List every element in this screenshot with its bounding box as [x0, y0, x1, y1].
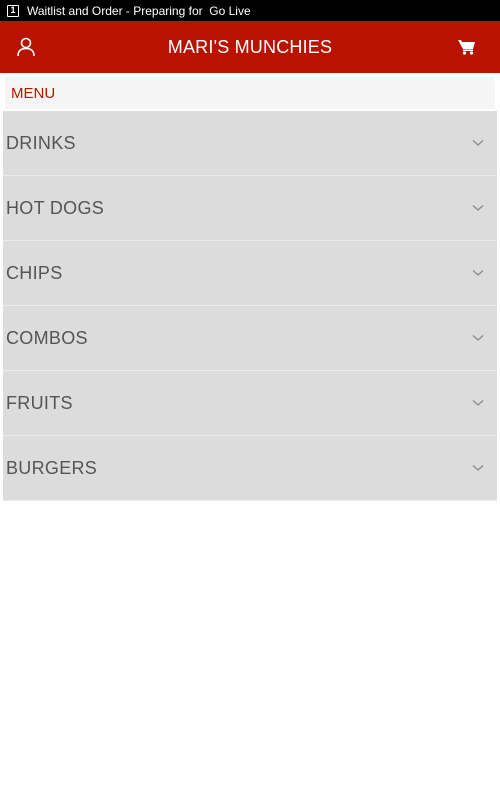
account-button[interactable] — [14, 35, 38, 59]
chevron-down-icon — [471, 203, 485, 213]
category-label: FRUITS — [6, 392, 73, 413]
status-bar-text: Waitlist and Order - Preparing for Go Li… — [27, 3, 251, 18]
category-list: DRINKS HOT DOGS CHIPS COMBOS FRUITS BURG… — [3, 111, 497, 501]
menu-header: MENU — [5, 77, 495, 109]
cart-icon — [458, 40, 475, 55]
chevron-down-icon — [471, 268, 485, 278]
category-label: BURGERS — [6, 457, 98, 478]
category-label: DRINKS — [6, 132, 76, 153]
status-bar: 1 Waitlist and Order - Preparing for Go … — [0, 0, 500, 21]
category-item-burgers[interactable]: BURGERS — [3, 436, 497, 501]
category-item-combos[interactable]: COMBOS — [3, 306, 497, 371]
user-icon — [17, 37, 35, 57]
chevron-down-icon — [471, 398, 485, 408]
app-title: MARI'S MUNCHIES — [167, 36, 333, 57]
chevron-down-icon — [471, 138, 485, 148]
category-item-chips[interactable]: CHIPS — [3, 241, 497, 306]
menu-header-label: MENU — [11, 84, 56, 102]
category-label: HOT DOGS — [6, 197, 105, 218]
notification-icon: 1 — [7, 4, 19, 17]
category-label: COMBOS — [6, 327, 88, 348]
category-label: CHIPS — [6, 262, 63, 283]
app-bar: MARI'S MUNCHIES — [0, 21, 500, 73]
category-item-fruits[interactable]: FRUITS — [3, 371, 497, 436]
category-item-hot-dogs[interactable]: HOT DOGS — [3, 176, 497, 241]
cart-button[interactable] — [456, 36, 478, 58]
chevron-down-icon — [471, 463, 485, 473]
category-item-drinks[interactable]: DRINKS — [3, 111, 497, 176]
chevron-down-icon — [471, 333, 485, 343]
